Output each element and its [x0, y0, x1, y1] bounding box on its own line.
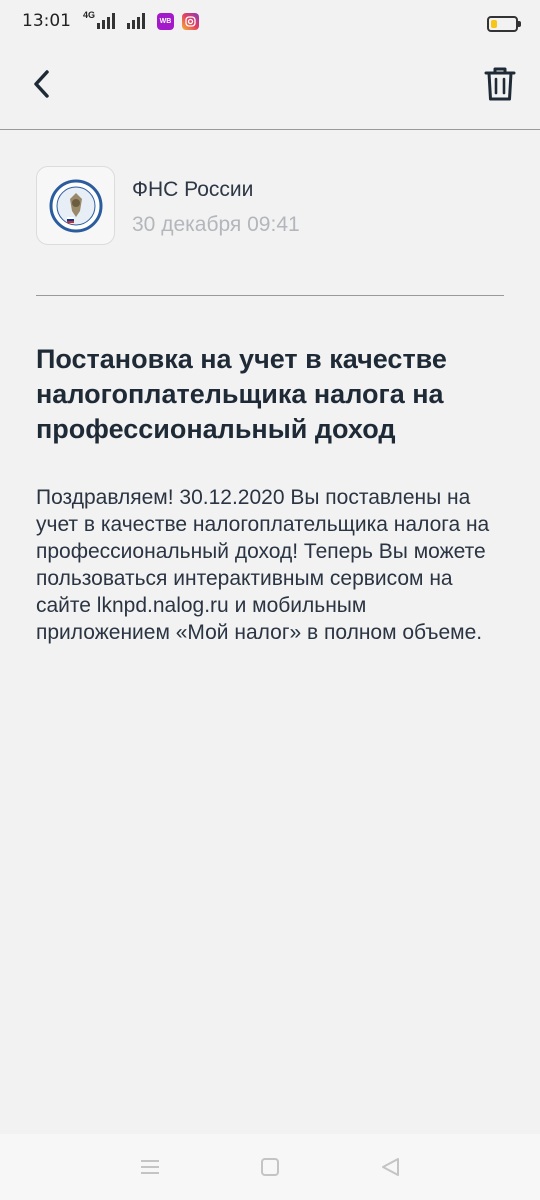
nav-back-button[interactable]	[370, 1147, 410, 1187]
signal-icon	[97, 13, 116, 29]
nav-home-button[interactable]	[250, 1147, 290, 1187]
signal-icon-2	[127, 13, 146, 29]
battery-level	[491, 20, 497, 28]
sender-block: ФНС России 30 декабря 09:41	[36, 166, 504, 296]
menu-icon	[141, 1160, 159, 1174]
nav-menu-button[interactable]	[130, 1147, 170, 1187]
back-button[interactable]	[22, 62, 62, 106]
battery-icon	[487, 16, 521, 32]
instagram-icon	[182, 12, 200, 30]
triangle-back-icon	[382, 1158, 399, 1176]
fns-logo	[36, 166, 115, 245]
message-date: 30 декабря 09:41	[132, 213, 300, 236]
system-nav-bar	[0, 1134, 540, 1200]
status-bar: 13:01 4G WB	[0, 0, 540, 42]
message-title: Постановка на учет в качестве налогоплат…	[36, 344, 447, 444]
message-body: Поздравляем! 30.12.2020 Вы поставлены на…	[36, 486, 490, 644]
app-bar	[0, 42, 540, 130]
network-label: 4G	[83, 9, 96, 20]
wb-app-icon: WB	[157, 12, 175, 30]
home-square-icon	[261, 1158, 279, 1176]
fns-emblem-icon	[49, 179, 102, 232]
status-time: 13:01	[22, 11, 71, 31]
sender-name: ФНС России	[132, 178, 254, 201]
chevron-left-icon	[34, 70, 49, 98]
delete-button[interactable]	[480, 62, 520, 106]
trash-icon	[484, 67, 516, 101]
